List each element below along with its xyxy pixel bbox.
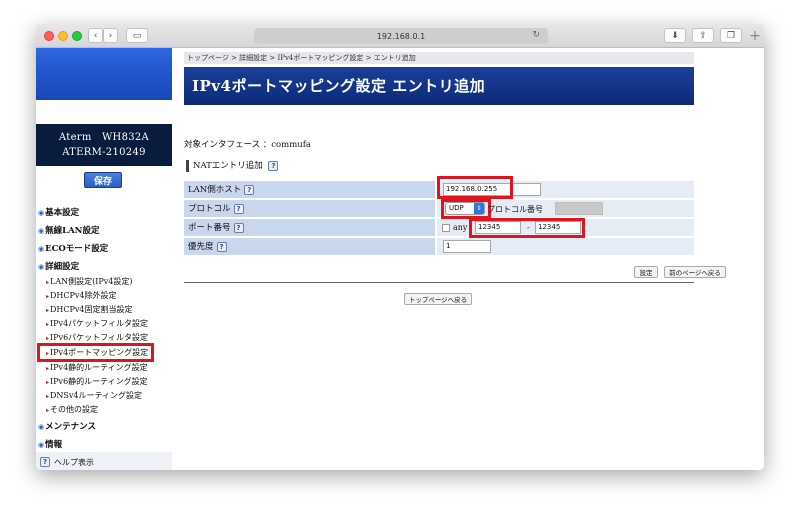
share-icon[interactable]: ⇪ (692, 28, 714, 43)
help-question-icon: ? (40, 457, 50, 467)
circle-bullet-icon: ◉ (38, 422, 45, 431)
nav-wireless-lan[interactable]: ◉無線LAN設定 (38, 224, 99, 236)
new-tab-plus-icon[interactable]: + (746, 24, 764, 48)
highlight-box (469, 218, 585, 238)
lan-host-label: LAN側ホスト? (184, 181, 436, 199)
priority-input[interactable]: 1 (443, 240, 491, 253)
circle-bullet-icon: ◉ (38, 208, 45, 217)
model-name: Aterm WH832A (58, 132, 150, 143)
help-toggle[interactable]: ? ヘルプ表示 (36, 452, 172, 470)
nav-eco-mode[interactable]: ◉ECOモード設定 (38, 242, 108, 254)
protocol-row: プロトコル? UDP ⇕ プロトコル番号 (184, 199, 694, 219)
any-label: any (453, 223, 468, 232)
top-page-button[interactable]: トップページへ戻る (404, 293, 472, 305)
arrow-bullet-icon: ▸ (46, 393, 50, 400)
arrow-bullet-icon: ▸ (46, 407, 50, 414)
protocol-help-icon[interactable]: ? (233, 203, 244, 214)
port-help-icon[interactable]: ? (233, 222, 244, 233)
sidebar-toggle-icon[interactable]: ▭ (126, 28, 148, 43)
address-bar[interactable]: 192.168.0.1 ↻ (254, 28, 548, 44)
save-button[interactable]: 保存 (84, 172, 122, 188)
sidebar-item-ipv4-static-routing[interactable]: ▸IPv4静的ルーティング設定 (46, 362, 148, 373)
arrow-bullet-icon: ▸ (46, 335, 50, 342)
circle-bullet-icon: ◉ (38, 440, 45, 449)
circle-bullet-icon: ◉ (38, 226, 45, 235)
sidebar-item-other-settings[interactable]: ▸その他の設定 (46, 404, 98, 415)
nat-section-heading: NATエントリ追加 ? (186, 160, 279, 172)
arrow-bullet-icon: ▸ (46, 350, 50, 357)
lan-host-value-cell: 192.168.0.255 (437, 176, 694, 199)
nav-advanced-settings[interactable]: ◉詳細設定 (38, 260, 79, 272)
section-divider (184, 282, 694, 283)
nav-basic-settings[interactable]: ◉基本設定 (38, 206, 79, 218)
nat-help-icon[interactable]: ? (268, 160, 279, 171)
lan-host-help-icon[interactable]: ? (244, 184, 255, 195)
browser-toolbar: ‹ › ▭ 192.168.0.1 ↻ ⬇ ⇪ ❐ + (36, 24, 764, 48)
minimize-window-button[interactable] (58, 31, 68, 41)
help-label: ヘルプ表示 (54, 457, 94, 467)
lan-host-row: LAN側ホスト? 192.168.0.255 (184, 176, 694, 199)
sidebar-item-lan-ipv4[interactable]: ▸LAN側設定(IPv4設定) (46, 276, 133, 287)
tabs-overview-icon[interactable]: ❐ (720, 28, 742, 43)
interface-label: 対象インタフェース ：commufa (184, 140, 311, 150)
port-value-cell: any 12345 - 12345 (437, 218, 694, 238)
protocol-number-label: プロトコル番号 (487, 205, 543, 214)
sidebar-item-dhcpv4-exclude[interactable]: ▸DHCPv4除外設定 (46, 290, 117, 301)
port-label: ポート番号? (184, 219, 436, 237)
back-page-button[interactable]: 前のページへ戻る (664, 266, 726, 278)
main-content: トップページ > 詳細設定 > IPv4ポートマッピング設定 > エントリ追加 … (184, 48, 726, 470)
port-row: ポート番号? any 12345 - 12345 (184, 218, 694, 238)
model-info: Aterm WH832A ATERM-210249 (36, 124, 172, 166)
nav-maintenance[interactable]: ◉メンテナンス (38, 420, 96, 432)
priority-label: 優先度? (184, 238, 436, 256)
sidebar-item-ipv6-static-routing[interactable]: ▸IPv6静的ルーティング設定 (46, 376, 148, 387)
arrow-bullet-icon: ▸ (46, 321, 50, 328)
browser-window: ‹ › ▭ 192.168.0.1 ↻ ⬇ ⇪ ❐ + Aterm WH832A… (36, 24, 764, 470)
sidebar-item-dhcpv4-fixed[interactable]: ▸DHCPv4固定割当設定 (46, 304, 133, 315)
breadcrumb: トップページ > 詳細設定 > IPv4ポートマッピング設定 > エントリ追加 (184, 52, 694, 64)
protocol-value-cell: UDP ⇕ プロトコル番号 (437, 199, 694, 219)
close-window-button[interactable] (44, 31, 54, 41)
sidebar-item-ipv4-filter[interactable]: ▸IPv4パケットフィルタ設定 (46, 318, 148, 329)
sidebar-item-dnsv4-routing[interactable]: ▸DNSv4ルーティング設定 (46, 390, 142, 401)
reload-icon[interactable]: ↻ (532, 30, 540, 40)
sidebar-banner (36, 48, 172, 100)
protocol-number-input (555, 202, 603, 215)
address-text: 192.168.0.1 (376, 31, 426, 41)
nav-info[interactable]: ◉情報 (38, 438, 62, 450)
back-arrow-icon[interactable]: ‹ (88, 28, 103, 43)
arrow-bullet-icon: ▸ (46, 379, 50, 386)
protocol-label: プロトコル? (184, 200, 436, 218)
circle-bullet-icon: ◉ (38, 262, 45, 271)
model-id: ATERM-210249 (62, 147, 146, 158)
arrow-bullet-icon: ▸ (46, 365, 50, 372)
arrow-bullet-icon: ▸ (46, 307, 50, 314)
page-title: IPv4ポートマッピング設定 エントリ追加 (184, 67, 694, 105)
priority-help-icon[interactable]: ? (216, 241, 227, 252)
arrow-bullet-icon: ▸ (46, 293, 50, 300)
sidebar-item-ipv4-port-mapping[interactable]: ▸IPv4ポートマッピング設定 (36, 343, 155, 362)
circle-bullet-icon: ◉ (38, 244, 45, 253)
forward-arrow-icon[interactable]: › (103, 28, 118, 43)
any-port-checkbox[interactable] (442, 224, 450, 232)
set-button[interactable]: 設定 (634, 266, 658, 278)
download-icon[interactable]: ⬇ (664, 28, 686, 43)
highlight-box (441, 199, 491, 219)
zoom-window-button[interactable] (72, 31, 82, 41)
highlight-box (437, 176, 513, 199)
priority-value-cell: 1 (437, 238, 694, 256)
sidebar-item-ipv6-filter[interactable]: ▸IPv6パケットフィルタ設定 (46, 332, 148, 343)
arrow-bullet-icon: ▸ (46, 279, 50, 286)
priority-row: 優先度? 1 (184, 238, 694, 256)
sidebar: Aterm WH832A ATERM-210249 保存 ◉基本設定 ◉無線LA… (36, 48, 172, 470)
